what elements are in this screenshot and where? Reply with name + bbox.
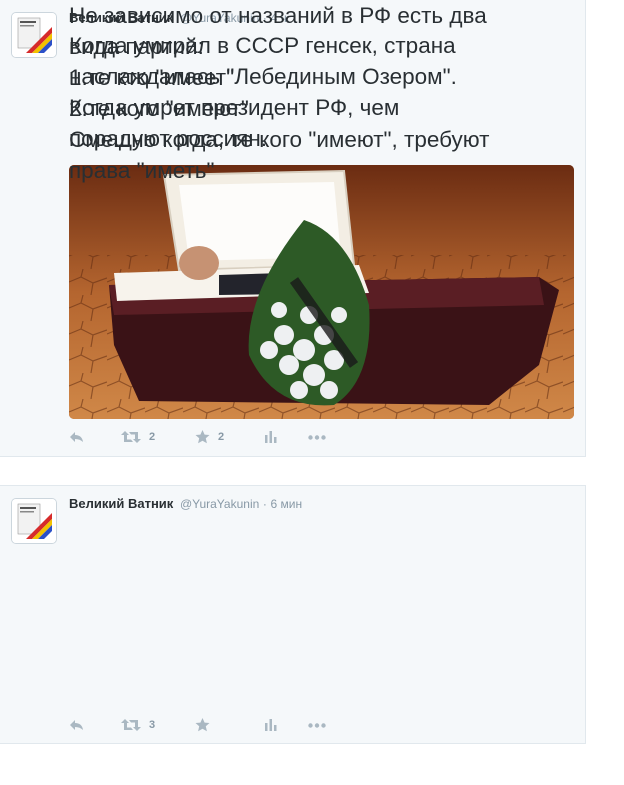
more-button[interactable] [308, 716, 338, 734]
stats-button[interactable] [265, 428, 308, 446]
more-button[interactable] [308, 428, 338, 446]
tweet-actions: 2 2 [69, 428, 338, 446]
bar-chart-icon [265, 719, 277, 731]
retweet-icon [121, 719, 141, 731]
favorite-button[interactable]: 2 [195, 428, 265, 446]
more-dots-icon [308, 722, 326, 728]
reply-icon [70, 720, 83, 730]
author-name[interactable]: Великий Ватник [69, 496, 173, 511]
favorite-count: 2 [218, 431, 225, 443]
retweet-button[interactable]: 3 [121, 716, 195, 734]
retweet-icon [121, 431, 141, 443]
avatar[interactable] [11, 498, 57, 544]
retweet-count: 3 [149, 719, 156, 731]
more-dots-icon [308, 434, 326, 440]
avatar[interactable] [11, 12, 57, 58]
separator-dot: · [262, 497, 267, 511]
retweet-count: 2 [149, 431, 156, 443]
star-icon [195, 718, 210, 732]
tweet-photo[interactable] [69, 165, 574, 419]
reply-button[interactable] [69, 428, 121, 446]
stats-button[interactable] [265, 716, 308, 734]
bar-chart-icon [265, 431, 277, 443]
favorite-button[interactable] [195, 716, 265, 734]
reply-button[interactable] [69, 716, 121, 734]
retweet-button[interactable]: 2 [121, 428, 195, 446]
star-icon [195, 430, 210, 444]
tweet-text: Не зависимо от названий в РФ есть два ви… [69, 3, 490, 183]
author-handle[interactable]: @YuraYakunin [180, 497, 259, 511]
timestamp[interactable]: 6 мин [271, 497, 303, 511]
tweet-header: Великий Ватник @YuraYakunin · 6 мин [69, 496, 302, 514]
reply-icon [70, 432, 83, 442]
tweet-actions: 3 [69, 716, 338, 734]
tweet-card[interactable]: Великий Ватник @YuraYakunin · 6 мин [0, 485, 586, 744]
